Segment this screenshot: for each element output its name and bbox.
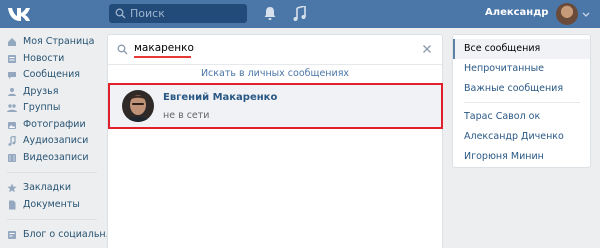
menu-item-label: Моя Страница [23, 36, 95, 47]
conversation-name: Александр Диченко [464, 131, 564, 142]
star-icon [7, 183, 17, 193]
conversation-link[interactable]: Александр Диченко [453, 127, 590, 147]
photos-icon [8, 121, 16, 129]
conversation-name: Тарас Савол ок [464, 111, 541, 122]
search-icon [115, 8, 126, 19]
filter-label: Непрочитанные [464, 63, 544, 74]
active-indicator [453, 39, 455, 59]
filter-unread[interactable]: Непрочитанные [453, 59, 590, 79]
menu-item-news[interactable]: Новости [0, 51, 100, 68]
video-icon [8, 153, 16, 162]
messages-search-input[interactable]: макаренко [134, 42, 194, 54]
filter-important[interactable]: Важные сообщения [453, 79, 590, 99]
news-icon [8, 54, 16, 63]
filter-label: Важные сообщения [464, 83, 564, 94]
menu-item-blog[interactable]: Блог о социальн.. [0, 227, 112, 244]
vk-logo-icon[interactable] [6, 4, 32, 24]
menu-item-label: Блог о социальн.. [23, 229, 112, 240]
menu-item-documents[interactable]: Документы [0, 197, 100, 214]
search-icon [117, 44, 128, 55]
menu-item-label: Аудиозаписи [23, 135, 89, 146]
highlight-frame [108, 83, 443, 129]
menu-item-label: Фотографии [23, 118, 86, 130]
menu-item-groups[interactable]: Группы [0, 100, 100, 117]
conversation-link[interactable]: Игорюня Минин [453, 147, 590, 167]
home-icon [8, 38, 16, 46]
menu-item-label: Друзья [23, 85, 59, 97]
divider [108, 64, 442, 65]
left-menu: Моя Страница Новости Сообщения Друзья Гр… [0, 34, 112, 244]
close-icon[interactable] [422, 44, 432, 54]
top-bar: Поиск Александр [0, 0, 600, 28]
conversation-link[interactable]: Тарас Савол ок [453, 107, 590, 127]
blog-icon [8, 231, 16, 239]
menu-item-label: Документы [23, 198, 80, 210]
profile-avatar[interactable] [556, 3, 578, 25]
menu-item-friends[interactable]: Друзья [0, 84, 100, 101]
friends-icon [8, 87, 16, 96]
profile-username[interactable]: Александр [485, 7, 548, 18]
menu-item-messages[interactable]: Сообщения [0, 67, 100, 84]
document-icon [9, 200, 16, 209]
filter-all-messages[interactable]: Все сообщения [453, 39, 590, 59]
groups-icon [7, 104, 17, 112]
menu-item-audio[interactable]: Аудиозаписи [0, 133, 100, 150]
menu-item-my-page[interactable]: Моя Страница [0, 34, 100, 51]
menu-item-label: Видеозаписи [23, 151, 89, 163]
menu-item-label: Закладки [23, 182, 72, 193]
messages-icon [8, 72, 16, 79]
menu-item-bookmarks[interactable]: Закладки [0, 180, 100, 197]
music-note-icon[interactable] [293, 6, 306, 21]
conversation-name: Игорюня Минин [464, 151, 544, 162]
global-search-input[interactable]: Поиск [109, 4, 247, 23]
search-in-messages-link[interactable]: Искать в личных сообщениях [108, 68, 442, 79]
menu-item-video[interactable]: Видеозаписи [0, 150, 100, 167]
menu-item-label: Сообщения [23, 69, 81, 80]
menu-item-label: Группы [23, 102, 61, 113]
chevron-down-icon[interactable] [582, 12, 590, 17]
query-highlight-underline [134, 56, 191, 58]
filter-label: Все сообщения [464, 43, 541, 54]
menu-item-photos[interactable]: Фотографии [0, 117, 100, 134]
divider [464, 102, 580, 103]
messages-filter-panel: Все сообщения Непрочитанные Важные сообщ… [452, 34, 591, 168]
messages-panel: макаренко Искать в личных сообщениях Евг… [107, 34, 443, 248]
music-icon [8, 136, 16, 146]
menu-item-label: Новости [23, 52, 65, 64]
menu-divider [7, 219, 97, 220]
menu-divider [7, 172, 97, 173]
search-placeholder: Поиск [130, 7, 165, 20]
notifications-bell-icon[interactable] [263, 6, 277, 21]
